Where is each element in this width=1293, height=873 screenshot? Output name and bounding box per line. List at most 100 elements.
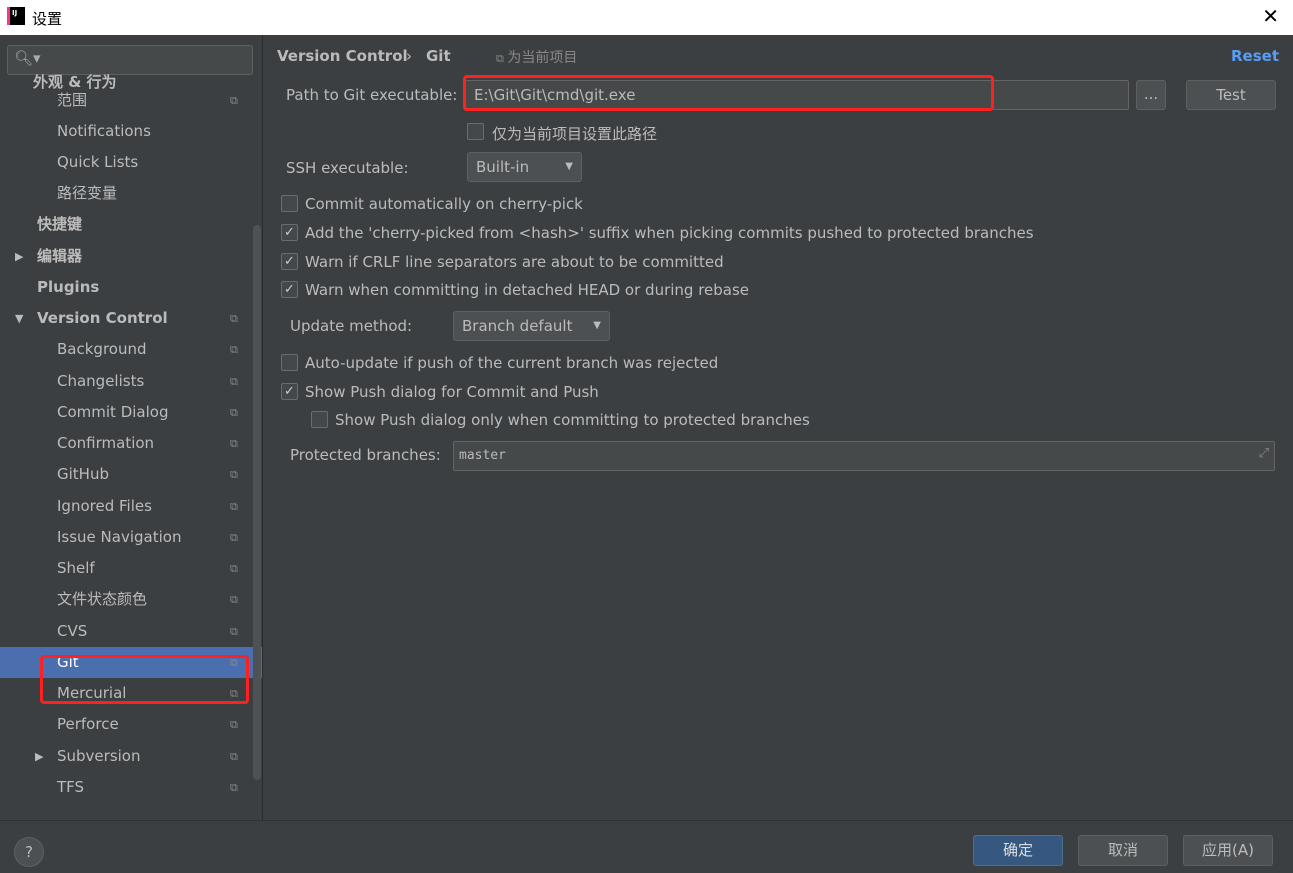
update-method-label: Update method: xyxy=(290,317,413,335)
window-title: 设置 xyxy=(32,10,63,28)
chevron-down-icon: ▼ xyxy=(593,320,601,331)
sidebar-item[interactable]: 文件状态颜色 ⧉ xyxy=(0,584,262,615)
protected-branches-label: Protected branches: xyxy=(290,446,441,464)
sidebar-item-label: 范围 xyxy=(57,91,88,109)
warn-crlf-checkbox[interactable]: ✓ xyxy=(281,253,298,270)
sidebar-item[interactable]: Plugins xyxy=(0,272,262,303)
ssh-dropdown[interactable]: Built-in ▼ xyxy=(467,152,582,182)
sidebar-item[interactable]: CVS ⧉ xyxy=(0,616,262,647)
sidebar-item-label: GitHub xyxy=(57,465,109,483)
sidebar-item-label: Ignored Files xyxy=(57,497,152,515)
sidebar-item[interactable]: Changelists ⧉ xyxy=(0,366,262,397)
reset-link[interactable]: Reset xyxy=(1231,47,1279,65)
browse-button[interactable]: ... xyxy=(1136,80,1166,110)
show-push-protected-checkbox[interactable] xyxy=(311,411,328,428)
breadcrumb-separator: › xyxy=(406,47,412,65)
sidebar-item-label: Notifications xyxy=(57,122,151,140)
close-icon[interactable]: ✕ xyxy=(1262,4,1279,28)
sidebar-item[interactable]: Shelf ⧉ xyxy=(0,553,262,584)
sidebar-item[interactable]: ▶ Subversion ⧉ xyxy=(0,741,262,772)
breadcrumb-current: Git xyxy=(426,47,451,65)
sidebar-item-label: Quick Lists xyxy=(57,153,139,171)
cherry-suffix-label: Add the 'cherry-picked from <hash>' suff… xyxy=(305,224,1034,242)
sidebar-item-label: 快捷键 xyxy=(37,215,83,233)
sidebar-item[interactable]: ▶ 编辑器 xyxy=(0,241,262,272)
sidebar-item[interactable]: Confirmation ⧉ xyxy=(0,428,262,459)
sidebar-item[interactable]: Issue Navigation ⧉ xyxy=(0,522,262,553)
collapsed-arrow-icon[interactable]: ▶ xyxy=(15,241,23,272)
app-logo-icon: IJ xyxy=(7,7,25,25)
settings-panel: Version Control › Git ⧉ 为当前项目 Reset Path… xyxy=(264,35,1293,820)
project-scope-icon: ⧉ xyxy=(230,375,238,388)
commit-cherry-label: Commit automatically on cherry-pick xyxy=(305,195,583,213)
project-only-label: 仅为当前项目设置此路径 xyxy=(492,125,658,143)
sidebar-item-label: Background xyxy=(57,340,147,358)
warn-detached-label: Warn when committing in detached HEAD or… xyxy=(305,281,750,299)
sidebar-item-label: 文件状态颜色 xyxy=(57,590,148,608)
sidebar-item-label: CVS xyxy=(57,622,88,640)
sidebar-item[interactable]: Notifications xyxy=(0,116,262,147)
title-bar: IJ 设置 ✕ xyxy=(0,0,1293,35)
expanded-arrow-icon[interactable]: ▼ xyxy=(15,303,23,334)
dialog-footer: ? 确定 取消 应用(A) xyxy=(0,820,1293,873)
collapsed-arrow-icon[interactable]: ▶ xyxy=(35,741,43,772)
path-label: Path to Git executable: xyxy=(286,86,458,104)
sidebar-item-label: Changelists xyxy=(57,372,145,390)
sidebar-item[interactable]: Background ⧉ xyxy=(0,334,262,365)
sidebar-item-label: Plugins xyxy=(37,278,100,296)
project-scope-label: 为当前项目 xyxy=(507,50,578,66)
protected-branches-input[interactable]: master ⤢ xyxy=(453,441,1275,471)
project-scope-icon: ⧉ xyxy=(230,562,238,575)
help-button[interactable]: ? xyxy=(14,837,44,867)
sidebar-item-label: Confirmation xyxy=(57,434,155,452)
show-push-checkbox[interactable]: ✓ xyxy=(281,383,298,400)
sidebar-item[interactable]: 路径变量 xyxy=(0,178,262,209)
project-only-checkbox[interactable] xyxy=(467,123,484,140)
ssh-label: SSH executable: xyxy=(286,159,409,177)
sidebar-item[interactable]: 范围 ⧉ xyxy=(0,85,262,116)
project-scope-icon: ⧉ xyxy=(230,718,238,731)
project-scope-icon: ⧉ xyxy=(230,406,238,419)
cherry-suffix-checkbox[interactable]: ✓ xyxy=(281,224,298,241)
project-scope-icon: ⧉ xyxy=(230,750,238,763)
sidebar-item[interactable]: Quick Lists xyxy=(0,147,262,178)
show-push-label: Show Push dialog for Commit and Push xyxy=(305,383,599,401)
auto-update-checkbox[interactable] xyxy=(281,354,298,371)
auto-update-label: Auto-update if push of the current branc… xyxy=(305,354,719,372)
sidebar-item[interactable]: Commit Dialog ⧉ xyxy=(0,397,262,428)
warn-detached-checkbox[interactable]: ✓ xyxy=(281,281,298,298)
sidebar-item-label: Shelf xyxy=(57,559,95,577)
sidebar-item[interactable]: Ignored Files ⧉ xyxy=(0,491,262,522)
sidebar-item-label: TFS xyxy=(57,778,85,796)
project-scope-icon: ⧉ xyxy=(230,94,238,107)
sidebar-scrollbar[interactable] xyxy=(253,225,261,780)
highlight-box-path xyxy=(463,75,994,111)
sidebar-item-label: Subversion xyxy=(57,747,141,765)
ok-button[interactable]: 确定 xyxy=(973,835,1063,866)
sidebar-item-label: 路径变量 xyxy=(57,184,118,202)
expand-icon[interactable]: ⤢ xyxy=(1259,446,1269,461)
sidebar-item-label: Perforce xyxy=(57,715,119,733)
apply-button[interactable]: 应用(A) xyxy=(1183,835,1273,866)
search-icon: 🔍︎▾ xyxy=(14,49,41,67)
sidebar-item[interactable]: GitHub ⧉ xyxy=(0,459,262,490)
commit-cherry-checkbox[interactable] xyxy=(281,195,298,212)
breadcrumb-parent[interactable]: Version Control xyxy=(277,47,408,65)
sidebar-item[interactable]: TFS ⧉ xyxy=(0,772,262,803)
sidebar-item[interactable]: 快捷键 xyxy=(0,209,262,240)
project-scope-icon: ⧉ xyxy=(230,437,238,450)
project-scope-icon: ⧉ xyxy=(230,343,238,356)
sidebar-item[interactable]: Perforce ⧉ xyxy=(0,709,262,740)
copy-icon: ⧉ xyxy=(496,52,508,65)
project-scope-icon: ⧉ xyxy=(230,312,238,325)
cancel-button[interactable]: 取消 xyxy=(1078,835,1168,866)
sidebar-item-label: Version Control xyxy=(37,309,168,327)
sidebar-item-label: Commit Dialog xyxy=(57,403,169,421)
warn-crlf-label: Warn if CRLF line separators are about t… xyxy=(305,253,724,271)
test-button[interactable]: Test xyxy=(1186,80,1276,110)
project-scope-icon: ⧉ xyxy=(230,468,238,481)
update-method-dropdown[interactable]: Branch default ▼ xyxy=(453,311,610,341)
sidebar-item[interactable]: ▼ Version Control ⧉ xyxy=(0,303,262,334)
project-scope-icon: ⧉ xyxy=(230,531,238,544)
project-scope-icon: ⧉ xyxy=(230,593,238,606)
